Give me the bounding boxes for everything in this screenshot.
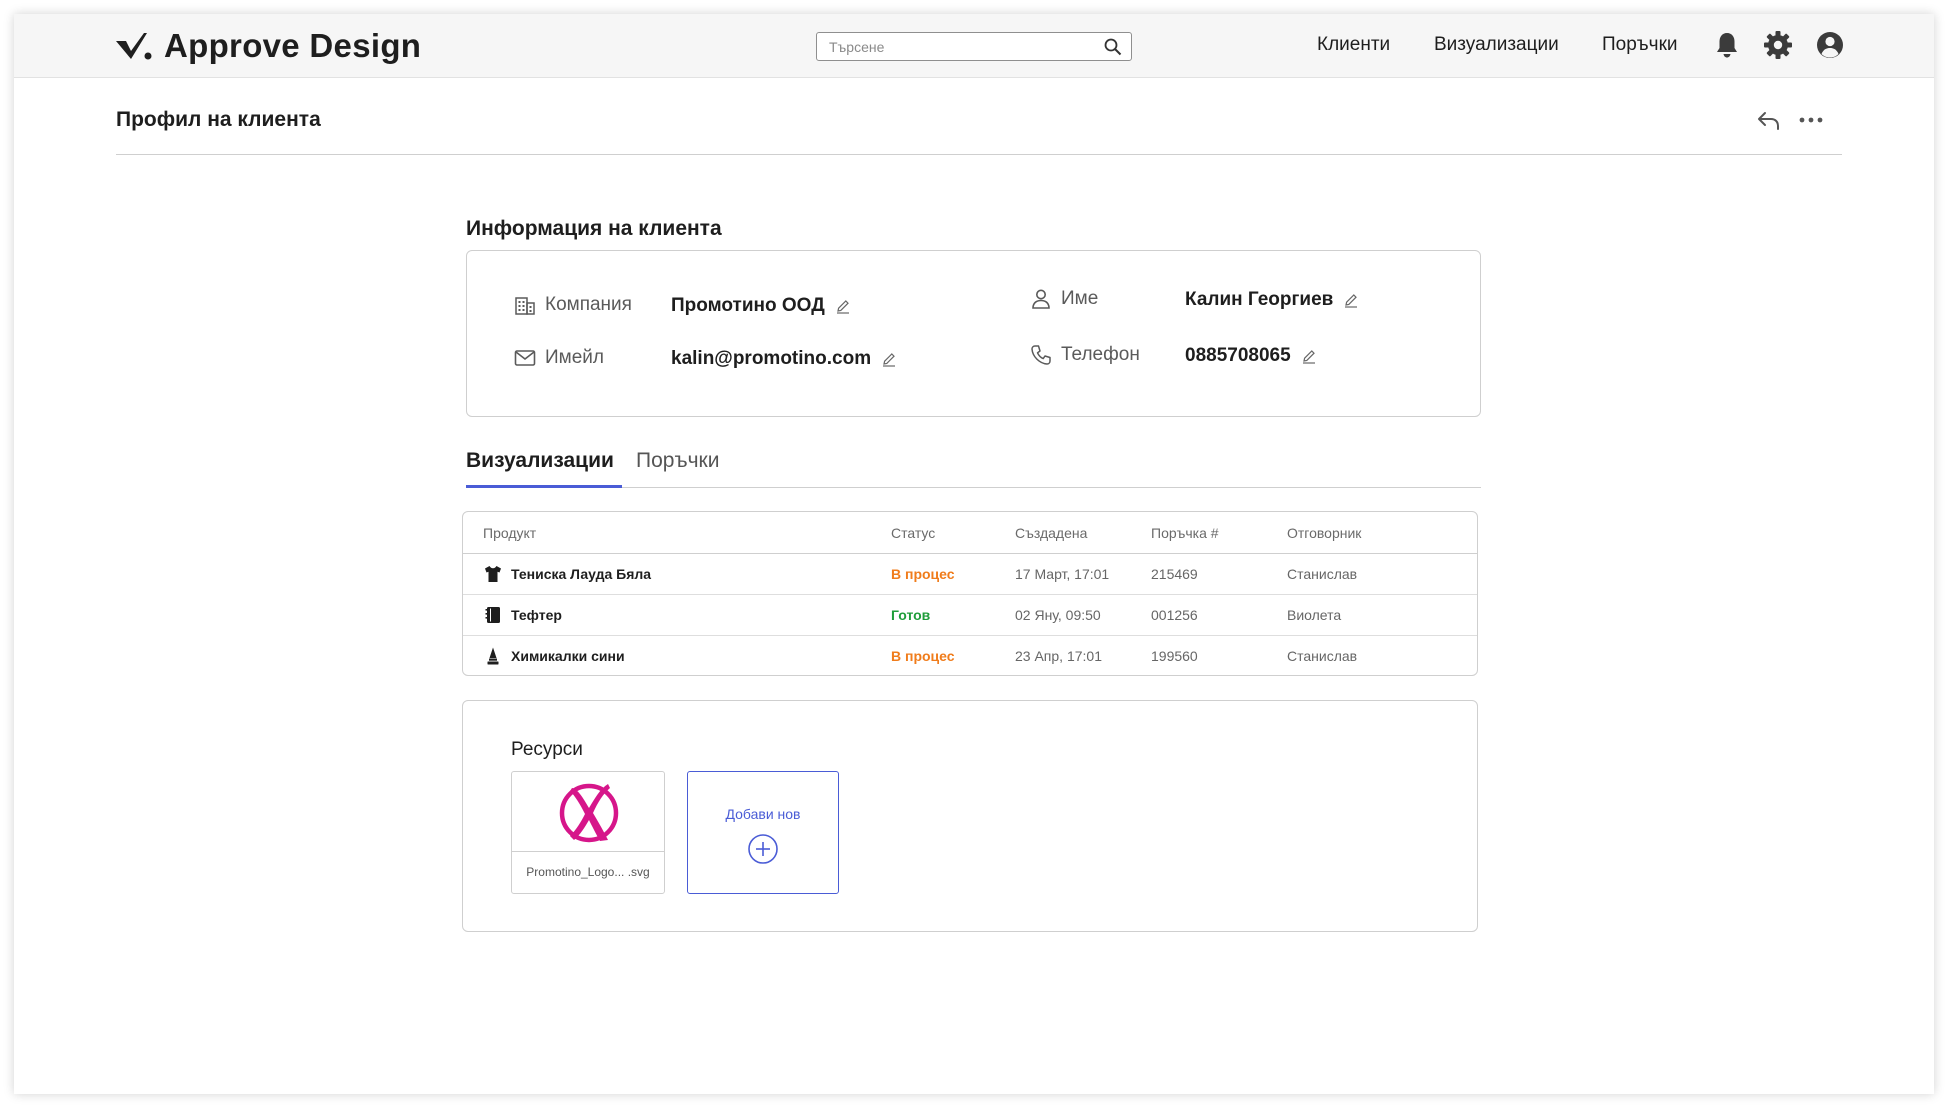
phone-label: Телефон bbox=[1061, 344, 1140, 365]
email-value: kalin@promotino.com bbox=[671, 348, 872, 369]
file-name: Promotino_Logo... .svg bbox=[526, 865, 650, 879]
phone-field: Телефон bbox=[1029, 343, 1140, 367]
name-value: Калин Георгиев bbox=[1185, 289, 1334, 310]
created-date: 02 Яну, 09:50 bbox=[1015, 607, 1101, 623]
edit-email-pencil-icon[interactable] bbox=[881, 351, 897, 367]
name-field: Име bbox=[1029, 287, 1098, 311]
table-row[interactable]: Тефтер Готов 02 Яну, 09:50 001256 Виолет… bbox=[463, 595, 1477, 636]
active-tab-indicator bbox=[466, 485, 622, 488]
client-info-title: Информация на клиента bbox=[466, 217, 722, 240]
order-number: 001256 bbox=[1151, 607, 1198, 623]
status-badge: В процес bbox=[891, 648, 955, 664]
add-resource-button[interactable]: Добави нов bbox=[687, 771, 839, 894]
top-bar: Approve Design Клиенти Визуализации Поръ… bbox=[14, 14, 1934, 78]
nav-orders[interactable]: Поръчки bbox=[1602, 34, 1678, 56]
notebook-icon bbox=[485, 607, 500, 623]
tab-orders[interactable]: Поръчки bbox=[636, 449, 719, 473]
owner-name: Станислав bbox=[1287, 566, 1358, 582]
owner-name: Виолета bbox=[1287, 607, 1342, 623]
name-label: Име bbox=[1061, 288, 1099, 309]
company-value-row: Промотино ООД bbox=[671, 295, 851, 317]
product-cell: Химикалки сини bbox=[483, 646, 625, 666]
table-row[interactable]: Химикалки сини В процес 23 Апр, 17:01 19… bbox=[463, 636, 1477, 675]
building-icon bbox=[515, 297, 535, 315]
add-resource-label: Добави нов bbox=[725, 806, 801, 822]
product-name: Химикалки сини bbox=[511, 648, 625, 664]
file-thumbnail bbox=[512, 772, 664, 852]
user-account-icon[interactable] bbox=[1814, 29, 1846, 61]
order-number: 215469 bbox=[1151, 566, 1198, 582]
company-value: Промотино ООД bbox=[671, 295, 825, 316]
company-label: Компания bbox=[545, 294, 632, 315]
column-header-order-number[interactable]: Поръчка # bbox=[1151, 525, 1219, 541]
product-cell: Тениска Лауда Бяла bbox=[483, 564, 651, 584]
nav-visualizations[interactable]: Визуализации bbox=[1434, 34, 1559, 56]
table-header-row: Продукт Статус Създадена Поръчка # Отгов… bbox=[463, 512, 1477, 554]
edit-name-pencil-icon[interactable] bbox=[1343, 292, 1359, 308]
tab-visualizations[interactable]: Визуализации bbox=[466, 449, 614, 473]
gear-icon[interactable] bbox=[1762, 29, 1794, 61]
page-title: Профил на клиента bbox=[116, 108, 321, 131]
product-name: Тефтер bbox=[511, 607, 562, 623]
phone-icon bbox=[1031, 345, 1051, 365]
envelope-icon bbox=[514, 350, 536, 366]
order-number: 199560 bbox=[1151, 648, 1198, 664]
created-date: 23 Апр, 17:01 bbox=[1015, 648, 1102, 664]
company-field: Компания bbox=[513, 293, 632, 317]
column-header-product[interactable]: Продукт bbox=[483, 525, 536, 541]
search-input[interactable] bbox=[817, 33, 1097, 60]
column-header-created[interactable]: Създадена bbox=[1015, 525, 1087, 541]
created-date: 17 Март, 17:01 bbox=[1015, 566, 1110, 582]
resource-file-tile[interactable]: Promotino_Logo... .svg bbox=[511, 771, 665, 894]
search-box bbox=[816, 32, 1132, 61]
owner-name: Станислав bbox=[1287, 648, 1358, 664]
resources-card: Ресурси Promotino_Logo... .svg Добави но… bbox=[462, 700, 1478, 932]
name-value-row: Калин Георгиев bbox=[1185, 289, 1359, 311]
column-header-owner[interactable]: Отговорник bbox=[1287, 525, 1361, 541]
bell-icon[interactable] bbox=[1711, 29, 1743, 61]
email-field: Имейл bbox=[513, 346, 604, 370]
app-window: Approve Design Клиенти Визуализации Поръ… bbox=[14, 14, 1934, 1094]
plus-circle-icon bbox=[748, 834, 778, 864]
phone-value: 0885708065 bbox=[1185, 345, 1291, 366]
back-arrow-icon[interactable] bbox=[1754, 105, 1784, 135]
person-icon bbox=[1032, 289, 1050, 309]
visualizations-table: Продукт Статус Създадена Поръчка # Отгов… bbox=[462, 511, 1478, 676]
app-logo[interactable]: Approve Design bbox=[114, 26, 421, 66]
product-name: Тениска Лауда Бяла bbox=[511, 566, 652, 582]
table-row[interactable]: Тениска Лауда Бяла В процес 17 Март, 17:… bbox=[463, 554, 1477, 595]
column-header-status[interactable]: Статус bbox=[891, 525, 935, 541]
status-badge: В процес bbox=[891, 566, 955, 582]
header-divider bbox=[116, 154, 1842, 155]
resources-title: Ресурси bbox=[511, 739, 583, 760]
nav-clients[interactable]: Клиенти bbox=[1317, 34, 1390, 56]
promotino-logo-thumbnail bbox=[559, 783, 619, 843]
client-info-card: Компания Промотино ООД Имейл kalin@promo… bbox=[466, 250, 1481, 417]
more-options-icon[interactable] bbox=[1796, 105, 1826, 135]
search-icon[interactable] bbox=[1104, 38, 1122, 56]
product-cell: Тефтер bbox=[483, 605, 562, 625]
status-badge: Готов bbox=[891, 607, 931, 623]
email-label: Имейл bbox=[545, 347, 604, 368]
logo-check-icon bbox=[116, 33, 152, 60]
app-name: Approve Design bbox=[164, 27, 422, 64]
edit-company-pencil-icon[interactable] bbox=[835, 298, 851, 314]
pen-icon bbox=[487, 647, 499, 665]
phone-value-row: 0885708065 bbox=[1185, 345, 1317, 367]
email-value-row: kalin@promotino.com bbox=[671, 348, 897, 370]
edit-phone-pencil-icon[interactable] bbox=[1301, 348, 1317, 364]
tshirt-icon bbox=[485, 566, 501, 582]
